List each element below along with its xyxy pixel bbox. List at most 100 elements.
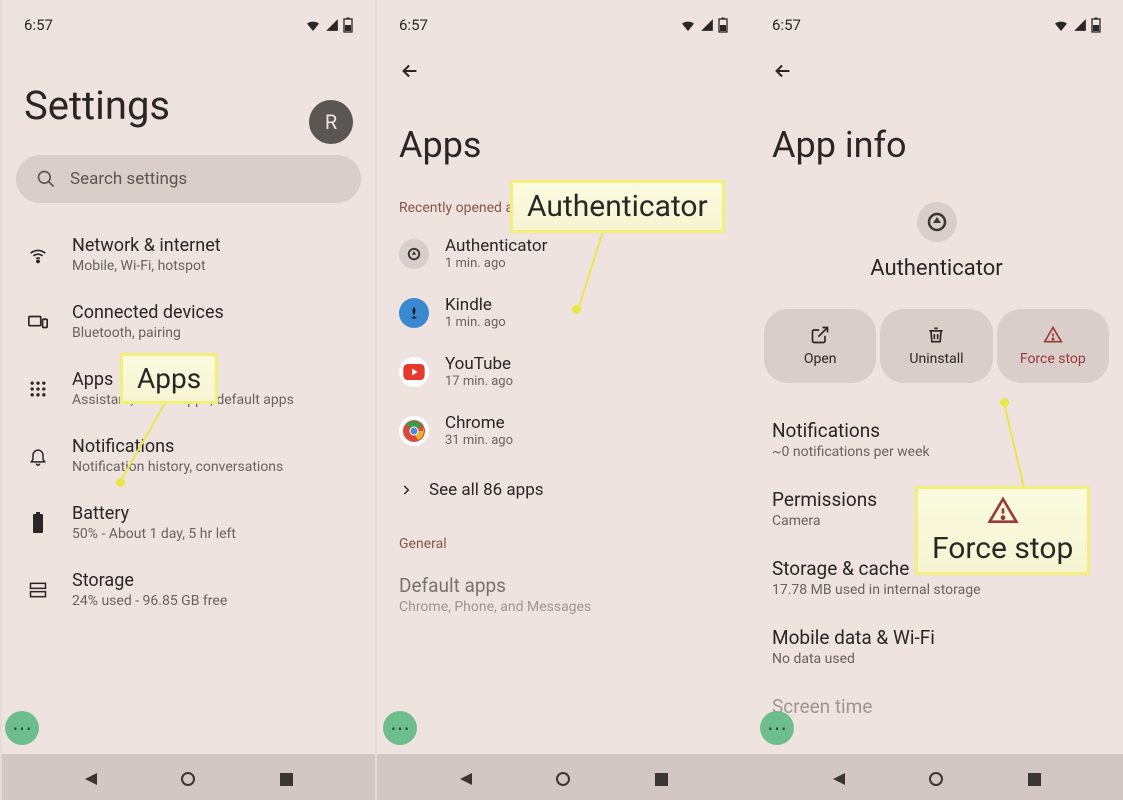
item-title: Network & internet <box>72 235 353 256</box>
see-all-apps[interactable]: See all 86 apps <box>377 460 750 520</box>
kindle-icon <box>399 298 429 328</box>
nav-back[interactable] <box>457 770 475 788</box>
status-icons <box>305 17 353 33</box>
chevron-right-icon <box>399 483 413 497</box>
status-icons <box>680 17 728 33</box>
item-title: Connected devices <box>72 302 353 323</box>
info-mobile-data[interactable]: Mobile data & Wi-Fi No data used <box>750 612 1123 681</box>
open-icon <box>810 325 830 345</box>
section-general: General <box>377 520 750 560</box>
battery-icon <box>31 512 45 534</box>
callout-force-stop: Force stop <box>915 486 1090 575</box>
status-time: 6:57 <box>399 16 428 34</box>
item-subtitle: 24% used - 96.85 GB free <box>72 593 353 609</box>
status-bar: 6:57 <box>750 0 1123 42</box>
item-subtitle: Bluetooth, pairing <box>72 325 353 341</box>
app-name: Chrome <box>445 413 728 433</box>
nav-bar <box>2 754 375 800</box>
settings-item-storage[interactable]: Storage 24% used - 96.85 GB free <box>2 556 375 623</box>
back-button[interactable] <box>750 42 1123 96</box>
app-name: YouTube <box>445 354 728 374</box>
callout-authenticator: Authenticator <box>510 180 725 233</box>
item-subtitle: Notification history, conversations <box>72 459 353 475</box>
app-row-youtube[interactable]: YouTube 17 min. ago <box>377 342 750 401</box>
authenticator-icon <box>399 239 429 269</box>
nav-home[interactable] <box>927 770 945 788</box>
warning-icon <box>987 495 1019 527</box>
callout-apps: Apps <box>120 353 218 404</box>
app-sub: 17 min. ago <box>445 374 728 389</box>
app-sub: 1 min. ago <box>445 315 728 330</box>
item-subtitle: Mobile, Wi-Fi, hotspot <box>72 258 353 274</box>
fab[interactable]: ⋯ <box>760 711 794 745</box>
bell-icon <box>28 446 48 466</box>
info-notifications[interactable]: Notifications ~0 notifications per week <box>750 405 1123 474</box>
warning-icon <box>1043 325 1063 345</box>
wifi-icon <box>680 17 696 33</box>
fab[interactable]: ⋯ <box>383 711 417 745</box>
wifi-icon <box>305 17 321 33</box>
nav-back[interactable] <box>82 770 100 788</box>
settings-item-battery[interactable]: Battery 50% - About 1 day, 5 hr left <box>2 489 375 556</box>
item-title: Notifications <box>72 436 353 457</box>
app-row-kindle[interactable]: Kindle 1 min. ago <box>377 283 750 342</box>
settings-item-notifications[interactable]: Notifications Notification history, conv… <box>2 422 375 489</box>
trash-icon <box>926 325 946 345</box>
item-title: Battery <box>72 503 353 524</box>
item-title: Default apps <box>399 574 728 597</box>
wifi-icon <box>27 244 49 266</box>
signal-icon <box>325 18 339 32</box>
app-row-chrome[interactable]: Chrome 31 min. ago <box>377 401 750 460</box>
status-bar: 6:57 <box>2 0 375 42</box>
status-bar: 6:57 <box>377 0 750 42</box>
storage-icon <box>28 580 48 600</box>
nav-recent[interactable] <box>652 770 670 788</box>
nav-recent[interactable] <box>277 770 295 788</box>
page-title: Apps <box>377 96 750 184</box>
status-icons <box>1053 17 1101 33</box>
info-screen-time[interactable]: Screen time <box>750 681 1123 734</box>
battery-icon <box>343 17 353 33</box>
open-button[interactable]: Open <box>764 309 876 383</box>
page-title: App info <box>750 96 1123 184</box>
app-sub: 31 min. ago <box>445 433 728 448</box>
screen-apps: 6:57 Apps Recently opened apps Authentic… <box>377 0 750 800</box>
app-hero: Authenticator <box>750 184 1123 295</box>
force-stop-button[interactable]: Force stop <box>997 309 1109 383</box>
nav-bar <box>377 754 750 800</box>
nav-back[interactable] <box>830 770 848 788</box>
app-name: Authenticator <box>445 236 728 256</box>
battery-icon <box>718 17 728 33</box>
nav-home[interactable] <box>554 770 572 788</box>
signal-icon <box>1073 18 1087 32</box>
search-icon <box>36 169 56 189</box>
avatar[interactable]: R <box>309 100 353 144</box>
wifi-icon <box>1053 17 1069 33</box>
search-placeholder: Search settings <box>70 169 187 189</box>
status-time: 6:57 <box>772 16 801 34</box>
search-input[interactable]: Search settings <box>16 155 361 203</box>
app-sub: 1 min. ago <box>445 256 728 271</box>
uninstall-button[interactable]: Uninstall <box>880 309 992 383</box>
app-hero-name: Authenticator <box>870 256 1003 281</box>
status-time: 6:57 <box>24 16 53 34</box>
apps-icon <box>28 379 48 399</box>
screen-app-info: 6:57 App info Authenticator Open Uninsta… <box>750 0 1123 800</box>
settings-item-connected[interactable]: Connected devices Bluetooth, pairing <box>2 288 375 355</box>
default-apps-row[interactable]: Default apps Chrome, Phone, and Messages <box>377 560 750 629</box>
item-title: Storage <box>72 570 353 591</box>
youtube-icon <box>399 357 429 387</box>
signal-icon <box>700 18 714 32</box>
settings-item-network[interactable]: Network & internet Mobile, Wi-Fi, hotspo… <box>2 221 375 288</box>
app-name: Kindle <box>445 295 728 315</box>
nav-recent[interactable] <box>1025 770 1043 788</box>
battery-icon <box>1091 17 1101 33</box>
devices-icon <box>27 311 49 333</box>
fab[interactable]: ⋯ <box>5 711 39 745</box>
action-row: Open Uninstall Force stop <box>750 295 1123 405</box>
chrome-icon <box>399 416 429 446</box>
back-button[interactable] <box>377 42 750 96</box>
nav-home[interactable] <box>179 770 197 788</box>
item-subtitle: 50% - About 1 day, 5 hr left <box>72 526 353 542</box>
authenticator-icon <box>917 202 957 242</box>
